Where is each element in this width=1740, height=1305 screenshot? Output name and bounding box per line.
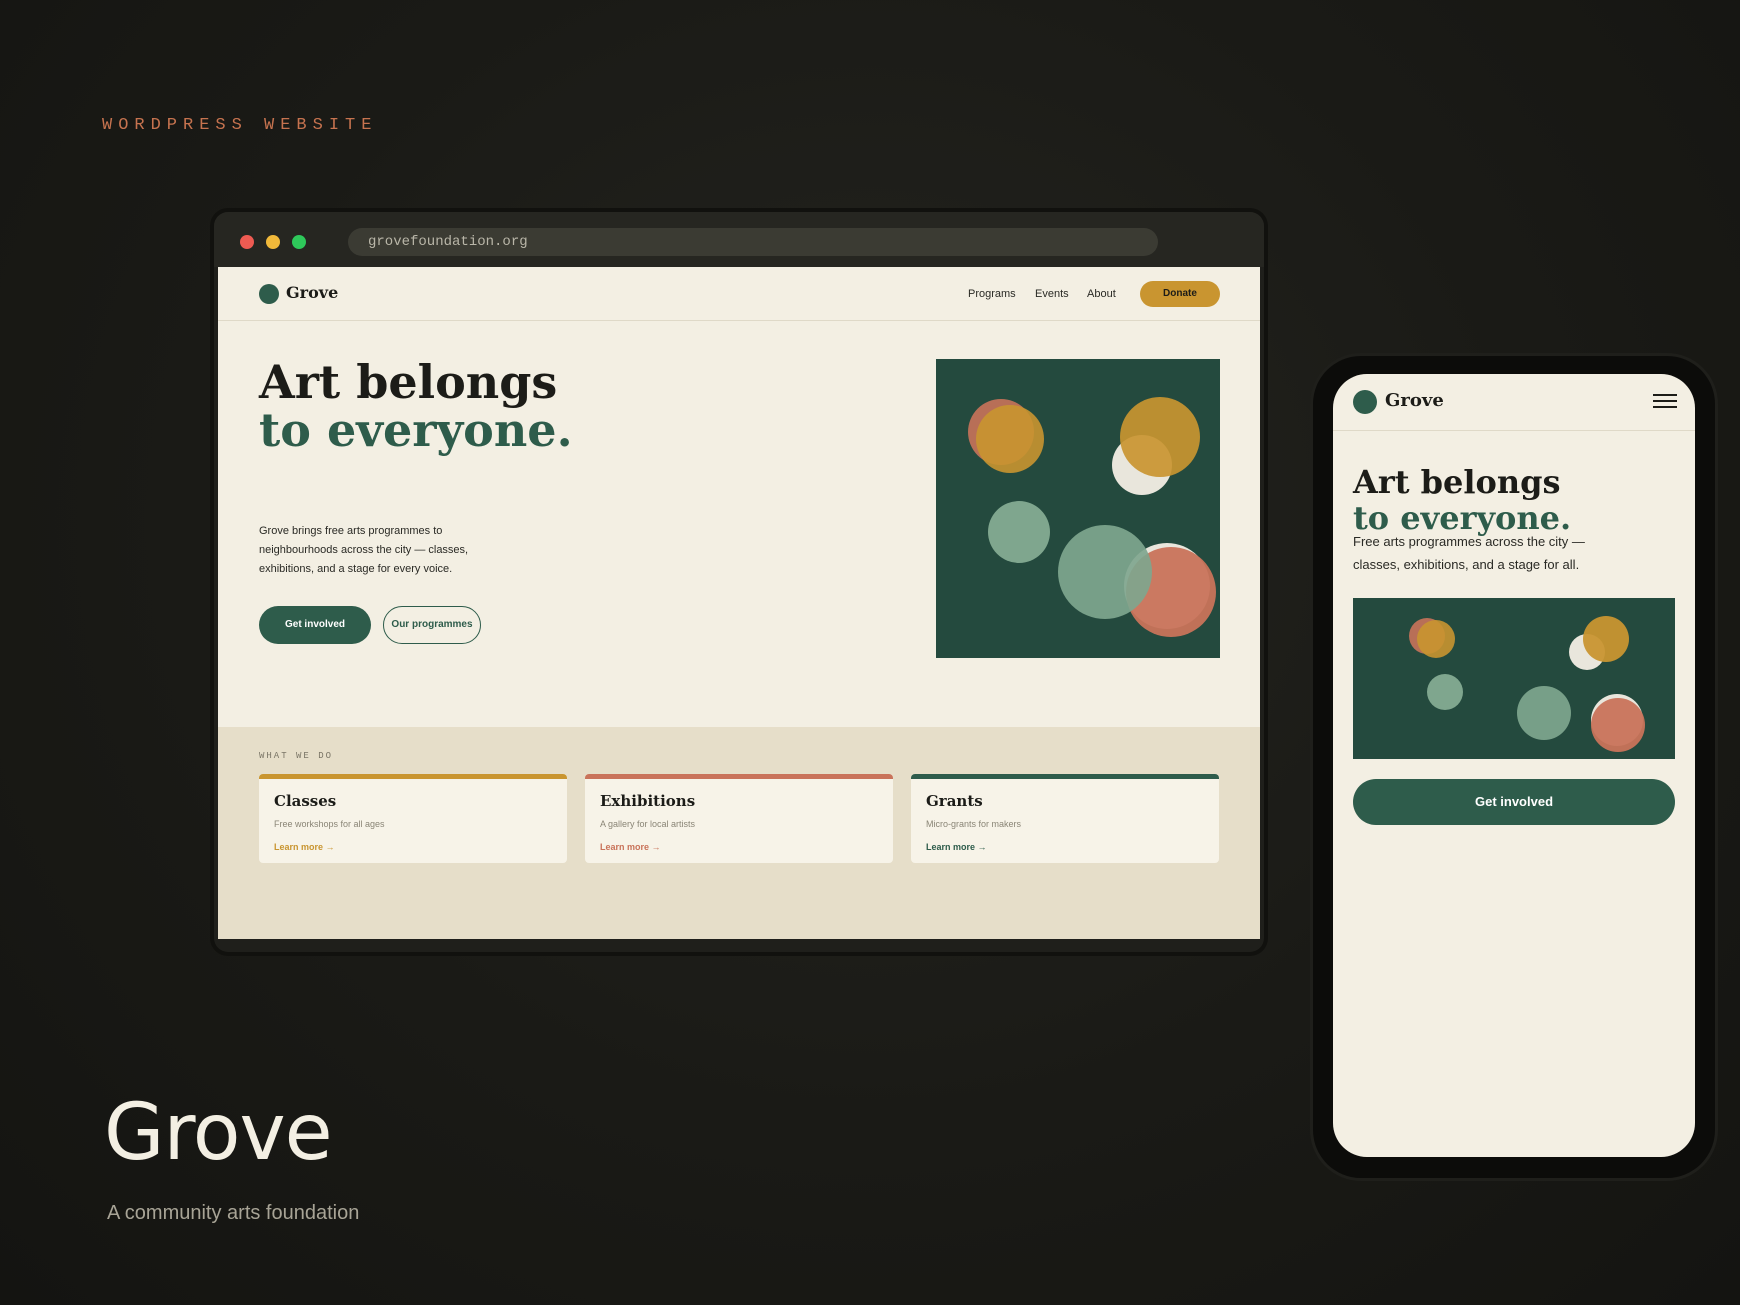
card-accent-bar (911, 774, 1219, 779)
menu-icon[interactable] (1653, 394, 1677, 410)
art-circle (1591, 698, 1645, 752)
desktop-browser-mockup: grovefoundation.org Grove Programs Event… (214, 212, 1264, 952)
logo-dot-icon[interactable] (1353, 390, 1377, 414)
nav-link-programs[interactable]: Programs (968, 288, 1016, 300)
card-subtitle: Free workshops for all ages (274, 819, 385, 829)
card-title: Classes (274, 792, 337, 810)
hero-description: Grove brings free arts programmes to nei… (259, 525, 469, 575)
hero-section: Art belongs to everyone. Grove brings fr… (218, 320, 1260, 727)
art-circle (1058, 525, 1152, 619)
mobile-phone-mockup: Grove Art belongs to everyone. Free arts… (1313, 356, 1715, 1178)
logo-dot-icon[interactable] (259, 284, 279, 304)
card-learn-more-link[interactable]: Learn more → (926, 842, 987, 852)
card-classes[interactable]: Classes Free workshops for all ages Lear… (259, 774, 567, 863)
card-learn-more-link[interactable]: Learn more → (274, 842, 335, 852)
mobile-get-involved-button[interactable]: Get involved (1353, 779, 1675, 825)
art-circle (1417, 620, 1455, 658)
mobile-screen: Grove Art belongs to everyone. Free arts… (1333, 374, 1695, 1157)
get-involved-button[interactable]: Get involved (259, 606, 371, 644)
brand-wordmark: Grove (104, 1088, 333, 1178)
brand-tagline: A community arts foundation (107, 1202, 360, 1224)
nav-link-about[interactable]: About (1087, 288, 1116, 300)
maximize-window-icon[interactable] (292, 235, 306, 249)
hero-title: Art belongs to everyone. (259, 358, 573, 454)
site-header: Grove Programs Events About Donate (218, 267, 1260, 321)
close-window-icon[interactable] (240, 235, 254, 249)
art-circle (1583, 616, 1629, 662)
art-circle (988, 501, 1050, 563)
card-grants[interactable]: Grants Micro-grants for makers Learn mor… (911, 774, 1219, 863)
browser-chrome: grovefoundation.org (214, 212, 1264, 267)
mobile-hero-title-line1: Art belongs (1353, 463, 1561, 501)
card-subtitle: Micro-grants for makers (926, 819, 1022, 829)
card-accent-bar (259, 774, 567, 779)
art-circle (1517, 686, 1571, 740)
card-subtitle: A gallery for local artists (600, 819, 696, 829)
hero-title-line2: to everyone. (259, 403, 573, 457)
hero-artwork (936, 359, 1220, 658)
mobile-hero-artwork (1353, 598, 1675, 759)
our-programmes-button[interactable]: Our programmes (383, 606, 481, 644)
eyebrow-label: WORDPRESS WEBSITE (102, 116, 378, 135)
mobile-site-logo[interactable]: Grove (1385, 390, 1444, 411)
card-exhibitions[interactable]: Exhibitions A gallery for local artists … (585, 774, 893, 863)
mobile-hero-title: Art belongs to everyone. (1353, 464, 1571, 536)
what-we-do-section: WHAT WE DO Classes Free workshops for al… (218, 727, 1260, 939)
site-logo[interactable]: Grove (286, 283, 338, 302)
art-circle (976, 405, 1044, 473)
card-title: Exhibitions (600, 792, 696, 810)
section-label: WHAT WE DO (259, 751, 334, 761)
hero-title-line1: Art belongs (259, 355, 558, 409)
website-page: Grove Programs Events About Donate Art b… (218, 267, 1260, 939)
card-title: Grants (926, 792, 983, 810)
mobile-header: Grove (1333, 374, 1695, 431)
art-circle (1120, 397, 1200, 477)
donate-button[interactable]: Donate (1140, 281, 1220, 307)
art-circle (1427, 674, 1463, 710)
card-learn-more-link[interactable]: Learn more → (600, 842, 661, 852)
mobile-hero-description: Free arts programmes across the city — c… (1353, 534, 1585, 572)
minimize-window-icon[interactable] (266, 235, 280, 249)
nav-link-events[interactable]: Events (1035, 288, 1069, 300)
card-accent-bar (585, 774, 893, 779)
address-bar[interactable]: grovefoundation.org (348, 228, 1158, 256)
